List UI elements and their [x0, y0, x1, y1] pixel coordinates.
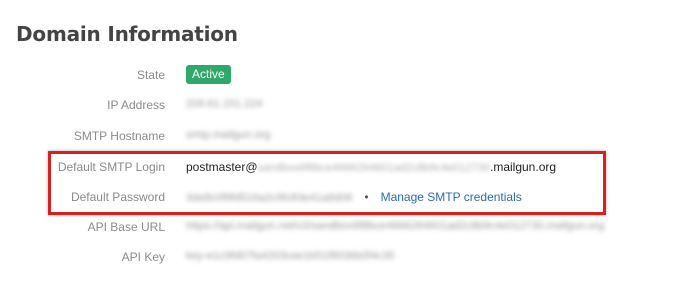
smtp-login-suffix: .mailgun.org — [490, 160, 557, 174]
smtp-login-masked: sandbox6f8bce4666264601ad2c8b9c4e012730 — [257, 162, 490, 174]
state-label: State — [136, 68, 165, 82]
row-default-smtp-login: Default SMTP Login postmaster@sandbox6f8… — [0, 155, 685, 181]
ip-address-value: 209.61.151.224 — [186, 98, 263, 110]
default-smtp-login-label: Default SMTP Login — [57, 160, 165, 174]
row-smtp-hostname: SMTP Hostname smtp.mailgun.org — [0, 124, 685, 150]
row-api-key: API Key key-e1c9fd07fa4203cee1b51f8036b0… — [0, 245, 685, 271]
state-value: Active — [186, 65, 231, 87]
row-default-password: Default Password 3de8c0f9fd516a2c9fc83e4… — [0, 185, 685, 211]
manage-smtp-credentials-link[interactable]: Manage SMTP credentials — [381, 190, 522, 204]
smtp-hostname-label: SMTP Hostname — [73, 129, 165, 143]
password-masked: 3de8c0f9fd516a2c9fc83e41a8d06 — [186, 192, 353, 204]
smtp-login-prefix: postmaster@ — [186, 160, 258, 174]
api-base-url-value: https://api.mailgun.net/v3/sandbox6f8bce… — [186, 220, 605, 232]
separator-bullet: • — [364, 190, 369, 204]
section-title: Domain Information — [16, 22, 238, 46]
smtp-hostname-value: smtp.mailgun.org — [186, 129, 271, 141]
api-key-label: API Key — [121, 250, 165, 264]
status-badge: Active — [186, 65, 231, 84]
default-password-label: Default Password — [70, 190, 165, 204]
api-key-value: key-e1c9fd07fa4203cee1b51f8036b0f4c35 — [186, 250, 395, 262]
row-state: State Active — [0, 63, 685, 89]
default-password-value: 3de8c0f9fd516a2c9fc83e41a8d06 • Manage SMT… — [186, 190, 522, 204]
api-base-url-label: API Base URL — [87, 220, 165, 234]
row-ip-address: IP Address 209.61.151.224 — [0, 93, 685, 119]
default-smtp-login-value: postmaster@sandbox6f8bce4666264601ad2c8b… — [186, 160, 556, 174]
row-api-base-url: API Base URL https://api.mailgun.net/v3/… — [0, 215, 685, 241]
ip-address-label: IP Address — [107, 98, 165, 112]
